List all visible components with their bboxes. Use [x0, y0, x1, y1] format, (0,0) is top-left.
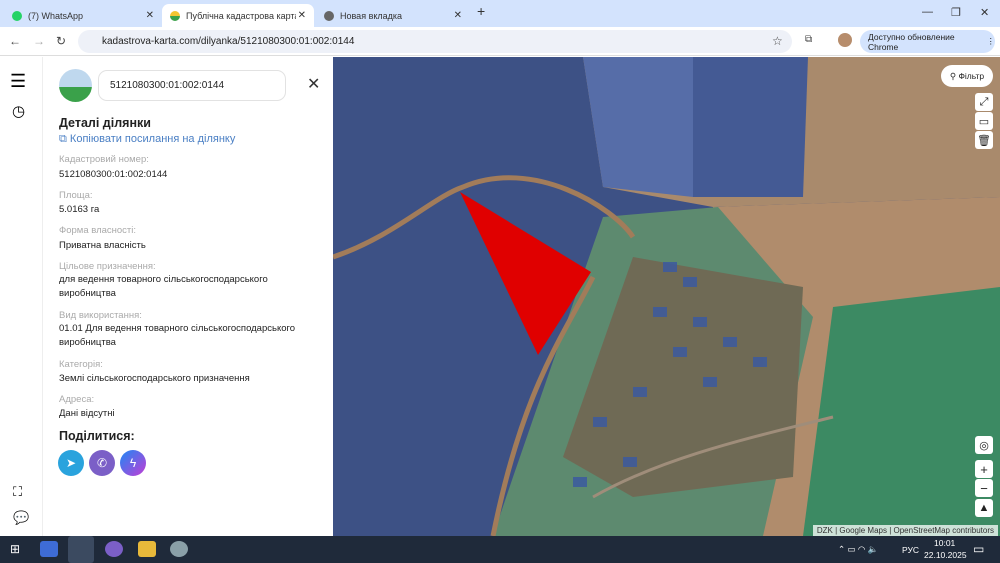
- site-icon: [170, 10, 180, 21]
- field-label: Вид використання:: [59, 310, 142, 321]
- chrome-taskbar-icon[interactable]: [68, 536, 94, 563]
- filter-label: Фільтр: [958, 71, 985, 81]
- close-panel-icon[interactable]: ✕: [307, 74, 320, 94]
- purpose-value: для ведення товарного сільськогосподарсь…: [59, 274, 268, 299]
- zoom-in-button[interactable]: +: [975, 460, 993, 478]
- close-tab-icon[interactable]: ✕: [146, 10, 154, 21]
- close-tab-icon[interactable]: ✕: [298, 10, 306, 21]
- delete-icon[interactable]: 🗑: [975, 131, 993, 149]
- tab-new[interactable]: Новая вкладка ✕: [316, 4, 470, 27]
- map-view[interactable]: ⚲ Фільтр ⤢ ▭ 🗑 ◎ + − ▲ DZK | Google Maps…: [333, 57, 1000, 536]
- cadastral-number-value: 5121080300:01:002:0144: [59, 169, 168, 180]
- field-label: Форма власності:: [59, 225, 137, 236]
- panel-title: Деталі ділянки: [59, 116, 151, 130]
- viber-share-icon[interactable]: ✆: [89, 450, 115, 476]
- field-label: Кадастровий номер:: [59, 154, 149, 165]
- sitemap-icon[interactable]: ⛶: [13, 484, 22, 500]
- compass-icon[interactable]: ▲: [975, 499, 993, 517]
- url-input[interactable]: kadastrova-karta.com/dilyanka/5121080300…: [78, 30, 792, 53]
- satellite-map: [333, 57, 1000, 536]
- address-bar-row: ← → ↻ kadastrova-karta.com/dilyanka/5121…: [0, 27, 1000, 56]
- draw-line-icon[interactable]: ⤢: [975, 93, 993, 111]
- field-label: Категорія:: [59, 359, 103, 370]
- close-tab-icon[interactable]: ✕: [454, 10, 462, 21]
- tab-whatsapp[interactable]: (7) WhatsApp ✕: [4, 4, 162, 27]
- forward-icon[interactable]: →: [33, 34, 45, 48]
- search-value: 5121080300:01:002:0144: [110, 80, 225, 91]
- usage-value: 01.01 Для ведення товарного сільськогосп…: [59, 323, 296, 348]
- maximize-button[interactable]: ❐: [951, 6, 961, 19]
- category-value: Землі сільськогосподарського призначення: [59, 373, 250, 384]
- parcel-details-panel: 5121080300:01:002:0144 ✕ Деталі ділянки …: [42, 57, 333, 536]
- address-value: Дані відсутні: [59, 408, 115, 419]
- site-logo[interactable]: [59, 69, 92, 102]
- minimize-button[interactable]: —: [922, 6, 933, 18]
- share-title: Поділитися:: [59, 429, 135, 443]
- icon-rail: ☰ ◷ ⛶ 💬: [0, 57, 42, 536]
- messenger-share-icon[interactable]: ϟ: [120, 450, 146, 476]
- whatsapp-icon: [12, 10, 22, 21]
- bookmark-star-icon[interactable]: ☆: [772, 34, 783, 48]
- viber-taskbar-icon[interactable]: [105, 541, 123, 557]
- tab-label: Публічна кадастрова карта Ук: [186, 10, 296, 21]
- ownership-value: Приватна власність: [59, 240, 146, 251]
- app-taskbar-icon[interactable]: [170, 541, 188, 557]
- tab-label: (7) WhatsApp: [28, 10, 84, 21]
- windows-start-icon[interactable]: ⊞: [10, 542, 20, 556]
- zoom-out-button[interactable]: −: [975, 479, 993, 497]
- draw-polygon-icon[interactable]: ▭: [975, 112, 993, 130]
- profile-avatar[interactable]: [838, 33, 852, 47]
- chat-icon[interactable]: 💬: [13, 510, 29, 526]
- locate-icon[interactable]: ◎: [975, 436, 993, 454]
- close-window-button[interactable]: ✕: [980, 6, 989, 19]
- telegram-share-icon[interactable]: ➤: [58, 450, 84, 476]
- field-label: Адреса:: [59, 394, 95, 405]
- history-icon[interactable]: ◷: [12, 102, 25, 120]
- tab-search-icon[interactable]: ⧉: [805, 34, 812, 45]
- hamburger-menu-icon[interactable]: ☰: [10, 72, 31, 90]
- filter-button[interactable]: ⚲ Фільтр: [941, 65, 993, 87]
- search-input[interactable]: 5121080300:01:002:0144: [98, 70, 286, 101]
- reload-icon[interactable]: ↻: [56, 34, 66, 48]
- map-attribution: DZK | Google Maps | OpenStreetMap contri…: [812, 525, 998, 536]
- update-label: Доступно обновление Chrome: [868, 31, 955, 52]
- chrome-update-button[interactable]: Доступно обновление Chrome ⋮: [860, 30, 995, 53]
- url-text: kadastrova-karta.com/dilyanka/5121080300…: [102, 36, 355, 47]
- copy-link-button[interactable]: ⧉ Копіювати посилання на ділянку: [59, 133, 235, 146]
- copy-link-label: Копіювати посилання на ділянку: [69, 133, 236, 145]
- back-icon[interactable]: ←: [9, 34, 21, 48]
- new-tab-button[interactable]: +: [477, 3, 485, 19]
- tab-label: Новая вкладка: [340, 10, 403, 21]
- tray-icons[interactable]: ⌃ ▭ ◠ 🔈: [838, 544, 878, 555]
- language-indicator[interactable]: РУС: [902, 545, 919, 555]
- taskbar-app-icon[interactable]: [40, 541, 58, 557]
- menu-dots-icon[interactable]: ⋮: [987, 36, 996, 47]
- taskbar: ⊞ ⌃ ▭ ◠ 🔈 РУС 10:01 22.10.2025 ▭: [0, 536, 1000, 563]
- clock-date[interactable]: 22.10.2025: [924, 550, 967, 560]
- tab-bar: (7) WhatsApp ✕ Публічна кадастрова карта …: [0, 0, 1000, 27]
- field-label: Площа:: [59, 190, 93, 201]
- chrome-icon: [324, 10, 334, 21]
- field-label: Цільове призначення:: [59, 261, 156, 272]
- explorer-taskbar-icon[interactable]: [138, 541, 156, 557]
- tab-cadastral-map[interactable]: Публічна кадастрова карта Ук✕: [162, 4, 314, 27]
- clock-time[interactable]: 10:01: [934, 538, 955, 548]
- area-value: 5.0163 га: [59, 204, 100, 215]
- notifications-icon[interactable]: ▭: [973, 542, 984, 556]
